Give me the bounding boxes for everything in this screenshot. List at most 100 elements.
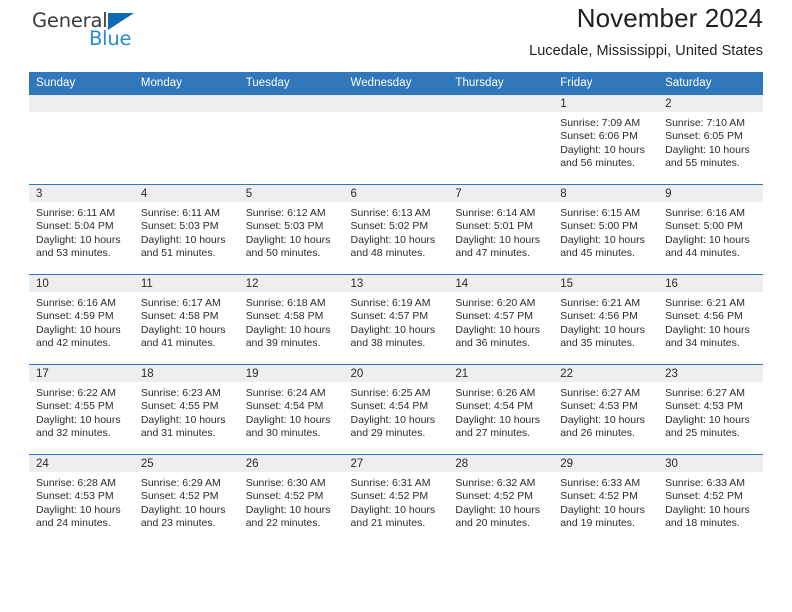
- sunrise-text: Sunrise: 6:27 AM: [665, 387, 746, 399]
- day-details: Sunrise: 6:20 AM Sunset: 4:57 PM Daylight:…: [448, 292, 553, 351]
- day-number: 14: [448, 275, 554, 292]
- calendar-day-cell[interactable]: 11 Sunrise: 6:17 AM Sunset: 4:58 PM Dayligh…: [133, 274, 239, 365]
- calendar-day-cell[interactable]: 29 Sunrise: 6:33 AM Sunset: 4:52 PM Dayligh…: [553, 454, 659, 545]
- sunset-text: Sunset: 5:00 PM: [665, 220, 743, 233]
- day-details: Sunrise: 6:11 AM Sunset: 5:03 PM Daylight:…: [134, 202, 239, 261]
- calendar-day-cell[interactable]: 6 Sunrise: 6:13 AM Sunset: 5:02 PM Daylight…: [343, 184, 449, 275]
- calendar-day-cell[interactable]: 24 Sunrise: 6:28 AM Sunset: 4:53 PM Dayligh…: [29, 454, 134, 545]
- calendar-day-cell[interactable]: 2 Sunrise: 7:10 AM Sunset: 6:05 PM Daylight…: [658, 94, 763, 185]
- day-details: Sunrise: 6:27 AM Sunset: 4:53 PM Daylight:…: [553, 382, 658, 441]
- day-number: 22: [553, 365, 659, 382]
- calendar-day-cell[interactable]: 21 Sunrise: 6:26 AM Sunset: 4:54 PM Dayligh…: [448, 364, 554, 455]
- sunset-text: Sunset: 4:52 PM: [560, 490, 638, 503]
- calendar-day-cell[interactable]: 5 Sunrise: 6:12 AM Sunset: 5:03 PM Daylight…: [238, 184, 344, 275]
- calendar-day-cell[interactable]: 26 Sunrise: 6:30 AM Sunset: 4:52 PM Dayligh…: [238, 454, 344, 545]
- sunrise-text: Sunrise: 6:20 AM: [455, 297, 536, 309]
- sunrise-text: Sunrise: 6:11 AM: [140, 207, 221, 219]
- calendar-day-cell[interactable]: 8 Sunrise: 6:15 AM Sunset: 5:00 PM Daylight…: [553, 184, 659, 275]
- general-blue-logo[interactable]: General Blue: [32, 9, 162, 59]
- day-number: [448, 95, 554, 112]
- sunset-text: Sunset: 4:52 PM: [665, 490, 743, 503]
- calendar-day-cell[interactable]: 7 Sunrise: 6:14 AM Sunset: 5:01 PM Daylight…: [448, 184, 554, 275]
- day-number: 24: [29, 455, 134, 472]
- calendar-day-cell[interactable]: 4 Sunrise: 6:11 AM Sunset: 5:03 PM Daylight…: [133, 184, 239, 275]
- sunrise-text: Sunrise: 6:32 AM: [455, 477, 536, 489]
- daylight-text: Daylight: 10 hours and 51 minutes.: [140, 233, 226, 260]
- calendar-day-cell-empty: [133, 94, 239, 185]
- day-details: Sunrise: 6:15 AM Sunset: 5:00 PM Daylight:…: [553, 202, 658, 261]
- day-number: 10: [29, 275, 134, 292]
- daylight-text: Daylight: 10 hours and 19 minutes.: [560, 503, 645, 530]
- sunrise-text: Sunrise: 6:22 AM: [36, 387, 116, 399]
- sunrise-text: Sunrise: 6:18 AM: [245, 297, 326, 309]
- daylight-text: Daylight: 10 hours and 24 minutes.: [36, 503, 121, 530]
- daylight-text: Daylight: 10 hours and 45 minutes.: [560, 233, 645, 260]
- sunset-text: Sunset: 4:53 PM: [36, 490, 114, 503]
- calendar-day-cell[interactable]: 17 Sunrise: 6:22 AM Sunset: 4:55 PM Dayligh…: [29, 364, 134, 455]
- daylight-text: Daylight: 10 hours and 34 minutes.: [665, 323, 750, 350]
- calendar-day-cell[interactable]: 9 Sunrise: 6:16 AM Sunset: 5:00 PM Daylight…: [658, 184, 763, 275]
- calendar-day-cell[interactable]: 20 Sunrise: 6:25 AM Sunset: 4:54 PM Dayligh…: [343, 364, 449, 455]
- calendar-day-cell[interactable]: 15 Sunrise: 6:21 AM Sunset: 4:56 PM Dayligh…: [553, 274, 659, 365]
- calendar-day-cell[interactable]: 13 Sunrise: 6:19 AM Sunset: 4:57 PM Dayligh…: [343, 274, 449, 365]
- day-number: 28: [448, 455, 554, 472]
- calendar-day-cell[interactable]: 23 Sunrise: 6:27 AM Sunset: 4:53 PM Dayligh…: [658, 364, 763, 455]
- calendar-day-cell[interactable]: 22 Sunrise: 6:27 AM Sunset: 4:53 PM Dayligh…: [553, 364, 659, 455]
- day-details: Sunrise: 6:14 AM Sunset: 5:01 PM Daylight:…: [448, 202, 553, 261]
- calendar-day-cell[interactable]: 12 Sunrise: 6:18 AM Sunset: 4:58 PM Dayligh…: [238, 274, 344, 365]
- sunrise-text: Sunrise: 6:16 AM: [665, 207, 746, 219]
- sunset-text: Sunset: 4:54 PM: [245, 400, 324, 413]
- calendar-day-cell[interactable]: 28 Sunrise: 6:32 AM Sunset: 4:52 PM Dayligh…: [448, 454, 554, 545]
- daylight-text: Daylight: 10 hours and 47 minutes.: [455, 233, 541, 260]
- sunset-text: Sunset: 4:58 PM: [245, 310, 324, 323]
- calendar-day-cell[interactable]: 19 Sunrise: 6:24 AM Sunset: 4:54 PM Dayligh…: [238, 364, 344, 455]
- day-details: Sunrise: 6:27 AM Sunset: 4:53 PM Daylight:…: [658, 382, 763, 441]
- sunrise-text: Sunrise: 6:27 AM: [560, 387, 641, 399]
- day-details: Sunrise: 6:11 AM Sunset: 5:04 PM Daylight:…: [29, 202, 134, 261]
- calendar-day-cell[interactable]: 27 Sunrise: 6:31 AM Sunset: 4:52 PM Dayligh…: [343, 454, 449, 545]
- sunset-text: Sunset: 4:57 PM: [350, 310, 429, 323]
- day-number: 6: [343, 185, 449, 202]
- calendar-day-cell-empty: [343, 94, 449, 185]
- day-number: [343, 95, 449, 112]
- day-details: Sunrise: 6:32 AM Sunset: 4:52 PM Daylight:…: [448, 472, 553, 531]
- day-number: 7: [448, 185, 554, 202]
- sunrise-text: Sunrise: 6:21 AM: [560, 297, 641, 309]
- day-number: 16: [658, 275, 763, 292]
- calendar-day-cell[interactable]: 25 Sunrise: 6:29 AM Sunset: 4:52 PM Dayligh…: [133, 454, 239, 545]
- calendar-day-cell[interactable]: 10 Sunrise: 6:16 AM Sunset: 4:59 PM Dayligh…: [29, 274, 134, 365]
- day-details: Sunrise: 6:24 AM Sunset: 4:54 PM Daylight:…: [239, 382, 344, 441]
- day-number: 23: [658, 365, 763, 382]
- sunset-text: Sunset: 4:55 PM: [36, 400, 114, 413]
- day-number: 8: [553, 185, 659, 202]
- sunset-text: Sunset: 4:52 PM: [350, 490, 429, 503]
- daylight-text: Daylight: 10 hours and 20 minutes.: [455, 503, 541, 530]
- sunset-text: Sunset: 4:57 PM: [455, 310, 534, 323]
- calendar-day-cell[interactable]: 14 Sunrise: 6:20 AM Sunset: 4:57 PM Dayligh…: [448, 274, 554, 365]
- sunset-text: Sunset: 4:53 PM: [665, 400, 743, 413]
- day-details: Sunrise: 6:31 AM Sunset: 4:52 PM Daylight:…: [344, 472, 449, 531]
- sunset-text: Sunset: 4:53 PM: [560, 400, 638, 413]
- calendar-day-cell[interactable]: 30 Sunrise: 6:33 AM Sunset: 4:52 PM Dayligh…: [658, 454, 763, 545]
- sunrise-text: Sunrise: 6:16 AM: [36, 297, 116, 309]
- sunset-text: Sunset: 4:54 PM: [455, 400, 534, 413]
- sunrise-text: Sunrise: 6:24 AM: [245, 387, 326, 399]
- day-number: 18: [133, 365, 239, 382]
- dow-header-saturday: Saturday: [658, 72, 763, 95]
- daylight-text: Daylight: 10 hours and 32 minutes.: [36, 413, 121, 440]
- daylight-text: Daylight: 10 hours and 44 minutes.: [665, 233, 750, 260]
- calendar-day-cell-empty: [29, 94, 134, 185]
- day-number: [133, 95, 239, 112]
- calendar-day-cell[interactable]: 1 Sunrise: 7:09 AM Sunset: 6:06 PM Daylight…: [553, 94, 659, 185]
- calendar-day-cell[interactable]: 3 Sunrise: 6:11 AM Sunset: 5:04 PM Daylight…: [29, 184, 134, 275]
- sunset-text: Sunset: 4:52 PM: [245, 490, 324, 503]
- dow-header-sunday: Sunday: [29, 72, 134, 95]
- day-details: Sunrise: 6:12 AM Sunset: 5:03 PM Daylight:…: [239, 202, 344, 261]
- daylight-text: Daylight: 10 hours and 26 minutes.: [560, 413, 645, 440]
- calendar-day-cell[interactable]: 18 Sunrise: 6:23 AM Sunset: 4:55 PM Dayligh…: [133, 364, 239, 455]
- daylight-text: Daylight: 10 hours and 18 minutes.: [665, 503, 750, 530]
- calendar-day-cell-empty: [238, 94, 344, 185]
- daylight-text: Daylight: 10 hours and 22 minutes.: [245, 503, 331, 530]
- calendar-day-cell[interactable]: 16 Sunrise: 6:21 AM Sunset: 4:56 PM Dayligh…: [658, 274, 763, 365]
- day-number: 11: [133, 275, 239, 292]
